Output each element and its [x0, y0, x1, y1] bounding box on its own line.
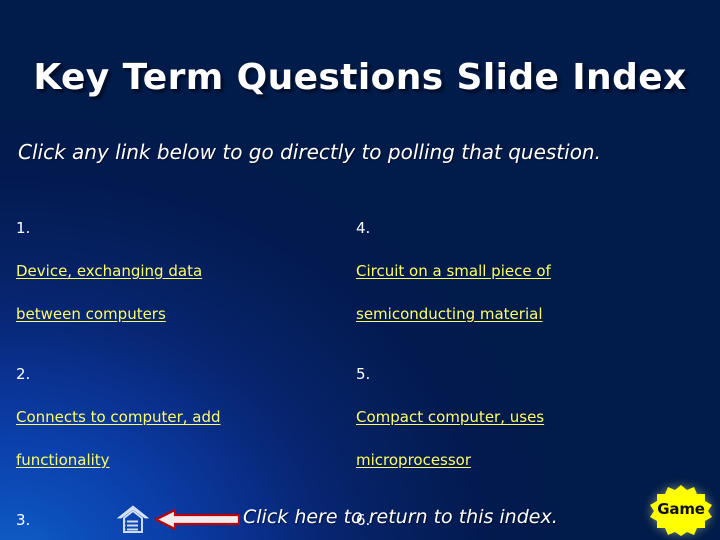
question-link-2[interactable]: Connects to computer, add functionality: [16, 396, 360, 482]
page-title: Key Term Questions Slide Index: [33, 57, 687, 98]
left-arrow-icon[interactable]: [153, 508, 241, 531]
question-column-left: 1. Device, exchanging data between compu…: [16, 207, 360, 540]
question-number: 3.: [16, 511, 31, 529]
question-link-item[interactable]: 4. Circuit on a small piece of semicondu…: [356, 207, 706, 336]
game-badge[interactable]: Game: [648, 483, 714, 537]
question-line: between computers: [16, 305, 166, 323]
question-link-4[interactable]: Circuit on a small piece of semiconducti…: [356, 250, 706, 336]
question-number: 5.: [356, 365, 371, 383]
question-line: microprocessor: [356, 451, 472, 469]
question-line: Device, exchanging data: [16, 262, 203, 280]
question-link-item[interactable]: 1. Device, exchanging data between compu…: [16, 207, 360, 336]
slide-canvas: Key Term Questions Slide Index Click any…: [0, 0, 720, 540]
home-icon[interactable]: [116, 503, 150, 535]
question-line: Circuit on a small piece of: [356, 262, 551, 280]
question-number: 1.: [16, 219, 31, 237]
slide-subtitle: Click any link below to go directly to p…: [18, 140, 601, 164]
return-to-index-label[interactable]: Click here to return to this index.: [243, 506, 558, 528]
question-link-item[interactable]: 5. Compact computer, uses microprocessor: [356, 353, 706, 482]
question-link-5[interactable]: Compact computer, uses microprocessor: [356, 396, 706, 482]
question-line: semiconducting material: [356, 305, 543, 323]
game-badge-label: Game: [657, 500, 705, 518]
question-line: Connects to computer, add: [16, 408, 221, 426]
question-link-item[interactable]: 2. Connects to computer, add functionali…: [16, 353, 360, 482]
question-line: functionality: [16, 451, 110, 469]
question-number: 2.: [16, 365, 31, 383]
question-number: 4.: [356, 219, 371, 237]
question-link-1[interactable]: Device, exchanging data between computer…: [16, 250, 360, 336]
question-line: Compact computer, uses: [356, 408, 545, 426]
